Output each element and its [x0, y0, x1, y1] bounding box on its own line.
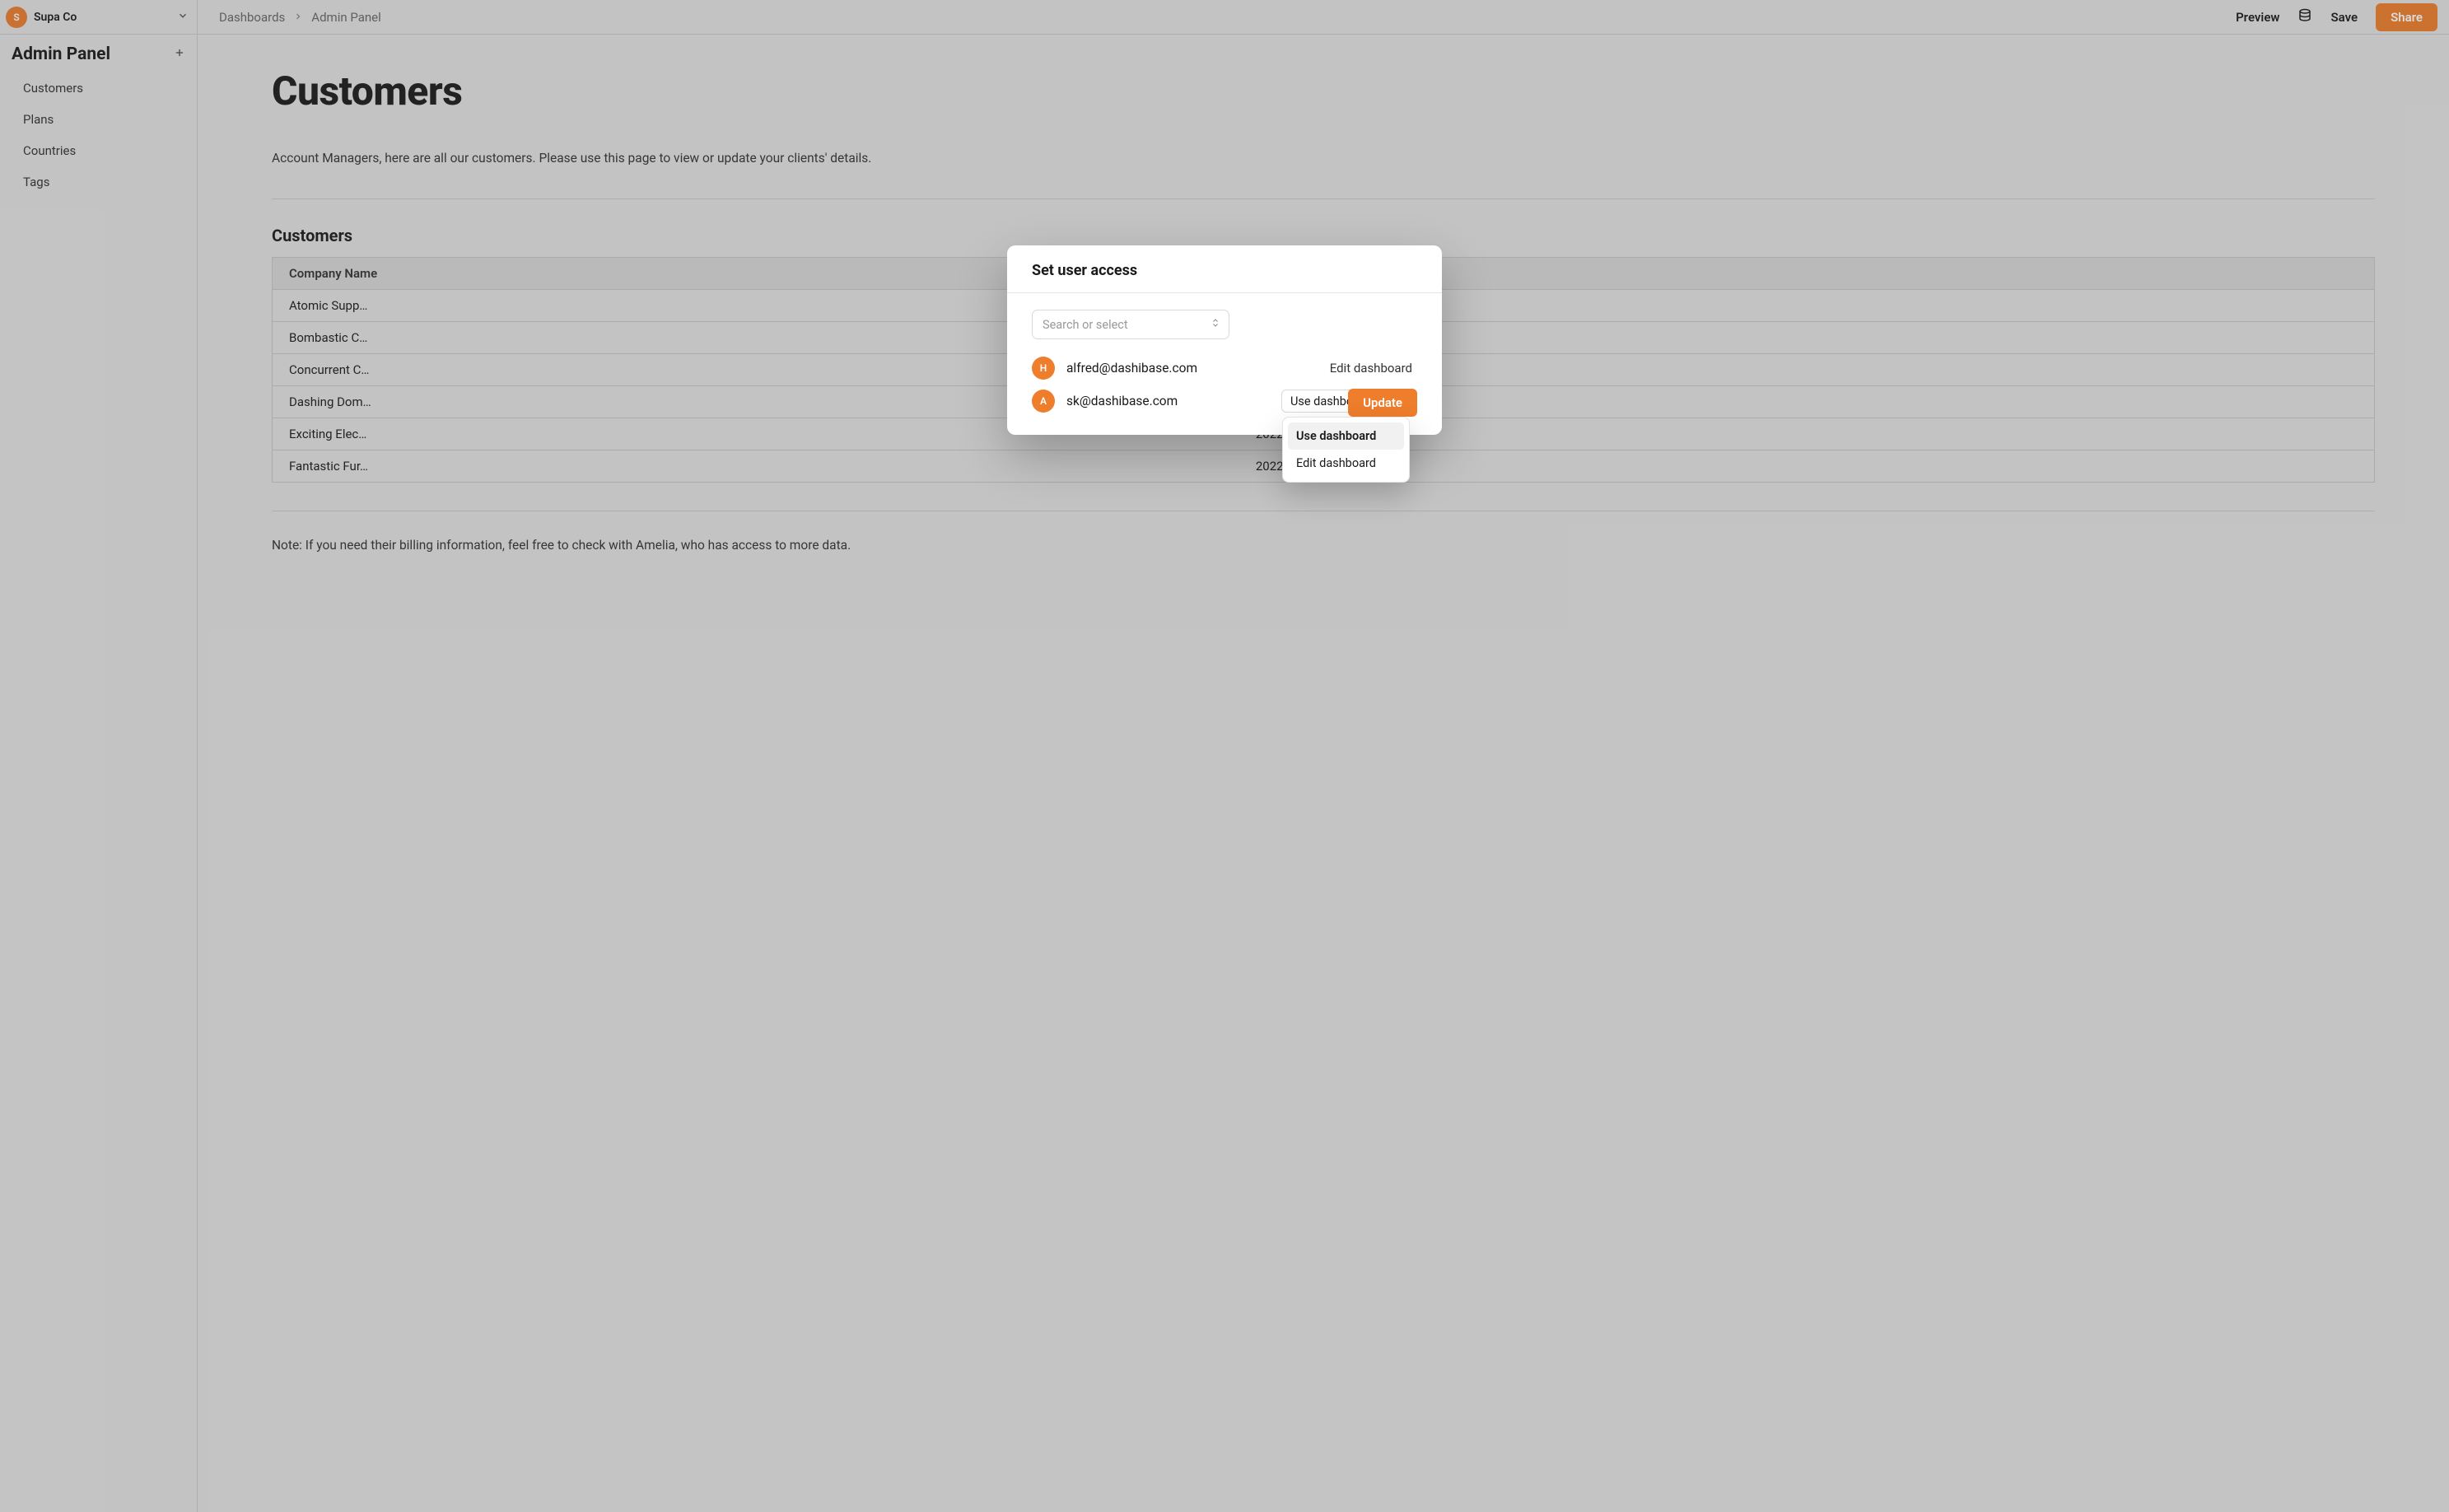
user-access-row: H alfred@dashibase.com Edit dashboard [1032, 354, 1417, 382]
modal-overlay[interactable]: Set user access Search or select H alfre… [0, 0, 2449, 1512]
user-role-label: Edit dashboard [1330, 361, 1417, 376]
user-avatar: H [1032, 357, 1055, 380]
user-email: alfred@dashibase.com [1066, 361, 1197, 376]
role-dropdown: Use dashboard Edit dashboard [1282, 417, 1410, 483]
user-email: sk@dashibase.com [1066, 394, 1178, 408]
select-chevrons-icon [1211, 317, 1220, 332]
update-button[interactable]: Update [1348, 389, 1417, 417]
modal-body: Search or select H alfred@dashibase.com … [1007, 293, 1442, 435]
modal-title: Set user access [1032, 262, 1417, 279]
user-search-select[interactable]: Search or select [1032, 310, 1229, 339]
user-avatar: A [1032, 390, 1055, 413]
role-option-edit[interactable]: Edit dashboard [1288, 450, 1404, 477]
modal-header: Set user access [1007, 245, 1442, 293]
set-user-access-modal: Set user access Search or select H alfre… [1007, 245, 1442, 435]
search-placeholder: Search or select [1043, 318, 1128, 332]
role-option-use[interactable]: Use dashboard [1288, 422, 1404, 450]
